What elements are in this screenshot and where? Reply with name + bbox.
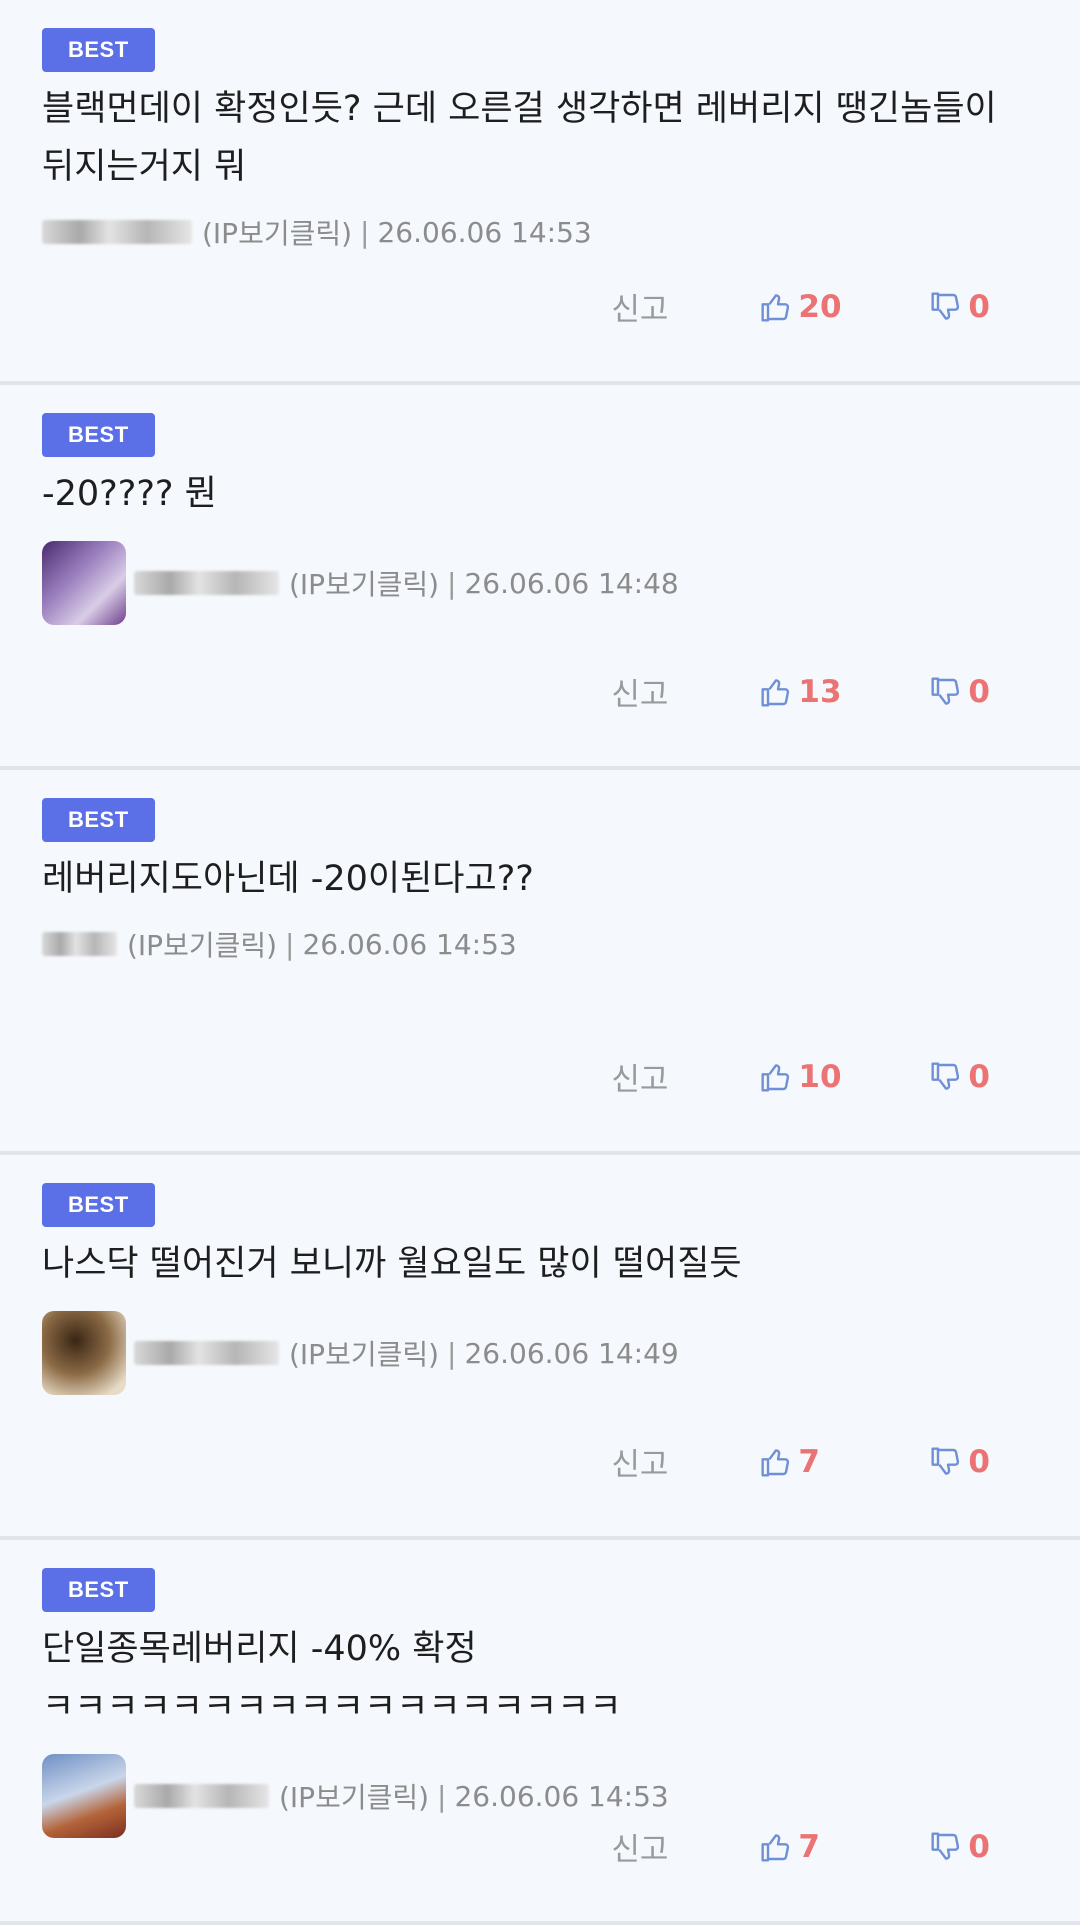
report-button[interactable]: 신고 [611,1439,668,1484]
thumbs-up-icon [761,1063,790,1092]
like-button[interactable]: 7 [760,1444,844,1480]
best-badge: BEST [42,798,155,842]
like-button[interactable]: 13 [760,674,844,710]
best-badge: BEST [42,413,155,457]
comment-meta: (IP보기클릭) | 26.06.06 14:48 [42,537,1038,629]
dislike-button[interactable]: 0 [930,1444,990,1480]
comment-timestamp: 26.06.06 14:53 [302,927,517,961]
like-count: 20 [798,288,842,325]
meta-separator: | [447,566,457,600]
report-button[interactable]: 신고 [611,1824,668,1869]
like-button[interactable]: 7 [760,1829,844,1865]
comment-actions: 신고 7 0 [611,1439,990,1484]
dislike-button[interactable]: 0 [930,1829,990,1865]
thumbs-down-icon [931,1831,960,1860]
dislike-count: 0 [968,288,990,325]
comment-timestamp: 26.06.06 14:48 [464,566,679,600]
dislike-count: 0 [968,673,990,710]
like-count: 7 [798,1443,820,1480]
ip-view-link[interactable]: (IP보기클릭) [127,924,277,964]
ip-view-link[interactable]: (IP보기클릭) [289,563,439,603]
comment-text: 나스닥 떨어진거 보니까 월요일도 많이 떨어질듯 [42,1244,742,1284]
avatar[interactable] [42,541,126,625]
comment-item: BEST 단일종목레버리지 -40% 확정 ㅋㅋㅋㅋㅋㅋㅋㅋㅋㅋㅋㅋㅋㅋㅋㅋㅋㅋ… [0,1540,1080,1925]
comment-text: 단일종목레버리지 -40% 확정 ㅋㅋㅋㅋㅋㅋㅋㅋㅋㅋㅋㅋㅋㅋㅋㅋㅋㅋ [42,1629,622,1727]
comment-meta: (IP보기클릭) | 26.06.06 14:49 [42,1307,1038,1399]
blurred-nickname [134,571,279,595]
dislike-count: 0 [968,1443,990,1480]
comment-meta: (IP보기클릭) | 26.06.06 14:53 [42,918,1038,970]
comment-text: 블랙먼데이 확정인듯? 근데 오른걸 생각하면 레버리지 땡긴놈들이 뒤지는거지… [42,89,997,187]
blurred-nickname [42,220,192,244]
best-badge: BEST [42,1568,155,1612]
avatar[interactable] [42,1311,126,1395]
ip-view-link[interactable]: (IP보기클릭) [279,1776,429,1816]
comment-meta: (IP보기클릭) | 26.06.06 14:53 [42,206,1038,258]
thumbs-down-icon [931,676,960,705]
comment-actions: 신고 20 0 [611,284,990,329]
best-badge: BEST [42,28,155,72]
blurred-nickname [42,932,117,956]
comment-item: BEST -20???? 뭔 (IP보기클릭) | 26.06.06 14:48… [0,385,1080,770]
thumbs-down-icon [931,1446,960,1475]
dislike-button[interactable]: 0 [930,1059,990,1095]
avatar[interactable] [42,1754,126,1838]
thumbs-up-icon [761,1833,790,1862]
dislike-button[interactable]: 0 [930,674,990,710]
blurred-nickname [134,1341,279,1365]
comment-text: -20???? 뭔 [42,474,217,514]
like-count: 10 [798,1058,842,1095]
thumbs-down-icon [931,1061,960,1090]
thumbs-down-icon [931,291,960,320]
meta-separator: | [437,1779,447,1813]
meta-separator: | [447,1336,457,1370]
comment-item: BEST 블랙먼데이 확정인듯? 근데 오른걸 생각하면 레버리지 땡긴놈들이 … [0,0,1080,385]
best-badge: BEST [42,1183,155,1227]
report-button[interactable]: 신고 [611,1054,668,1099]
meta-separator: | [285,927,295,961]
ip-view-link[interactable]: (IP보기클릭) [202,212,352,252]
report-button[interactable]: 신고 [611,284,668,329]
comment-item: BEST 레버리지도아닌데 -20이된다고?? (IP보기클릭) | 26.06… [0,770,1080,1155]
like-count: 7 [798,1828,820,1865]
thumbs-up-icon [761,1448,790,1477]
report-button[interactable]: 신고 [611,669,668,714]
dislike-button[interactable]: 0 [930,289,990,325]
blurred-nickname [134,1784,269,1808]
dislike-count: 0 [968,1058,990,1095]
meta-separator: | [360,215,370,249]
comment-timestamp: 26.06.06 14:53 [377,215,592,249]
like-button[interactable]: 10 [760,1059,844,1095]
comment-actions: 신고 13 0 [611,669,990,714]
comment-actions: 신고 10 0 [611,1054,990,1099]
comment-actions: 신고 7 0 [611,1824,990,1869]
comment-item: BEST 나스닥 떨어진거 보니까 월요일도 많이 떨어질듯 (IP보기클릭) … [0,1155,1080,1540]
thumbs-up-icon [761,293,790,322]
thumbs-up-icon [761,678,790,707]
like-button[interactable]: 20 [760,289,844,325]
comment-timestamp: 26.06.06 14:53 [454,1779,669,1813]
comment-text: 레버리지도아닌데 -20이된다고?? [42,859,534,899]
ip-view-link[interactable]: (IP보기클릭) [289,1333,439,1373]
like-count: 13 [798,673,842,710]
comment-timestamp: 26.06.06 14:49 [464,1336,679,1370]
dislike-count: 0 [968,1828,990,1865]
